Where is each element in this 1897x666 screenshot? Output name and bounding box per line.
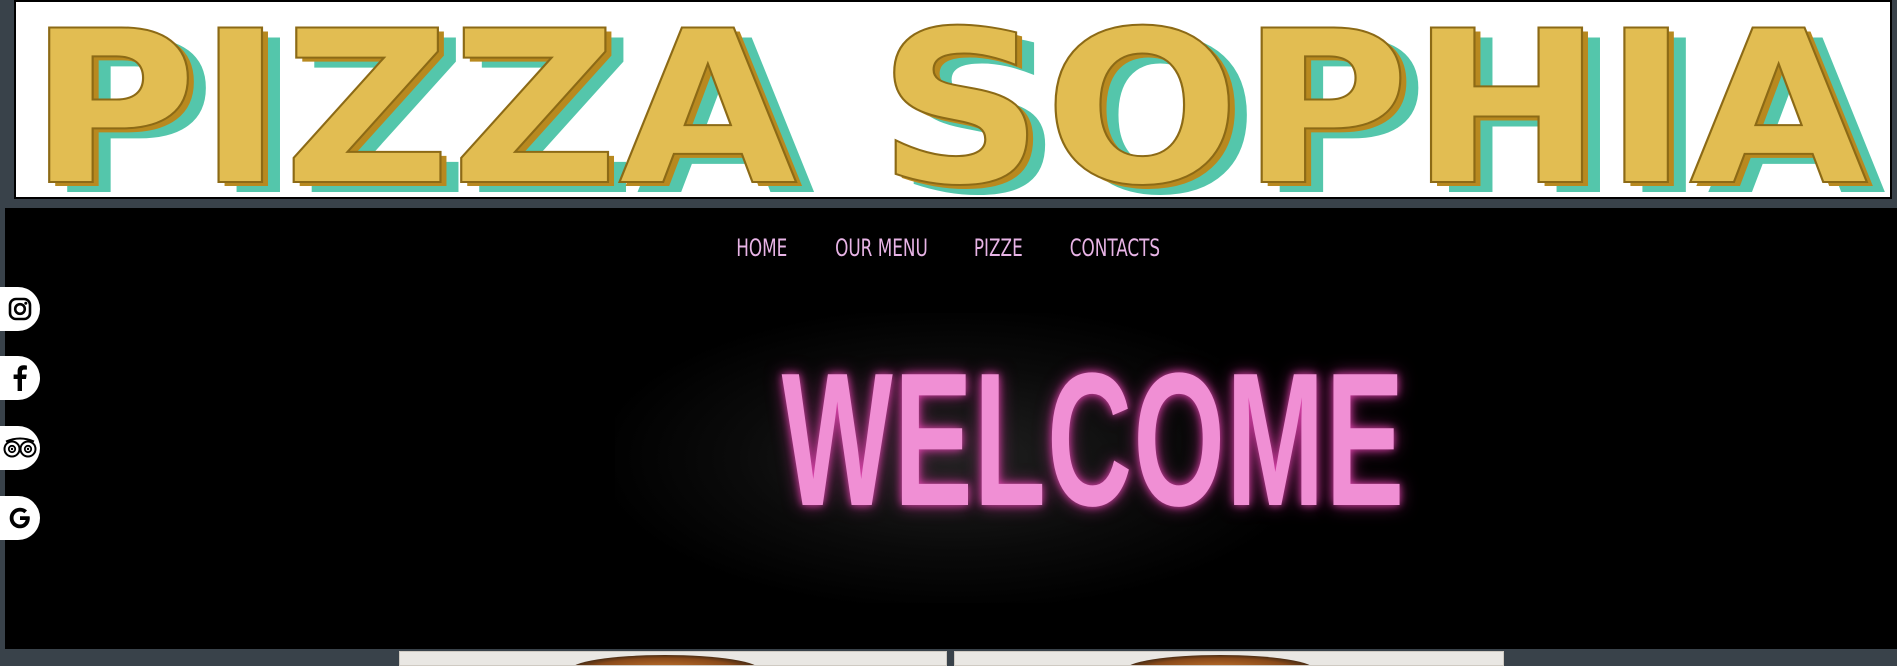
tripadvisor-icon [3,437,37,458]
instagram-icon [8,297,32,321]
nav-pizze[interactable]: PIZZE [974,233,1023,263]
main-nav: HOME OUR MENU PIZZE CONTACTS [5,233,1897,263]
nav-home[interactable]: HOME [736,233,787,263]
header-banner: PIZZA SOPHIA PIZZA SOPHIA PIZZA SOPHIA [5,0,1897,208]
nav-our-menu[interactable]: OUR MENU [835,233,928,263]
main-section: HOME OUR MENU PIZZE CONTACTS WELCOME [5,208,1897,649]
nav-contacts[interactable]: CONTACTS [1070,233,1160,263]
logo-banner[interactable]: PIZZA SOPHIA PIZZA SOPHIA PIZZA SOPHIA [14,0,1892,199]
pizza-image-1[interactable] [399,651,947,666]
pizza-image-2[interactable] [954,651,1504,666]
hero-heading: WELCOME [781,334,1406,546]
logo: PIZZA SOPHIA PIZZA SOPHIA PIZZA SOPHIA [27,2,1886,199]
google-icon [9,507,30,529]
facebook-icon [13,365,27,391]
bottom-strip [0,649,1897,666]
logo-text: PIZZA SOPHIA [28,2,1868,199]
